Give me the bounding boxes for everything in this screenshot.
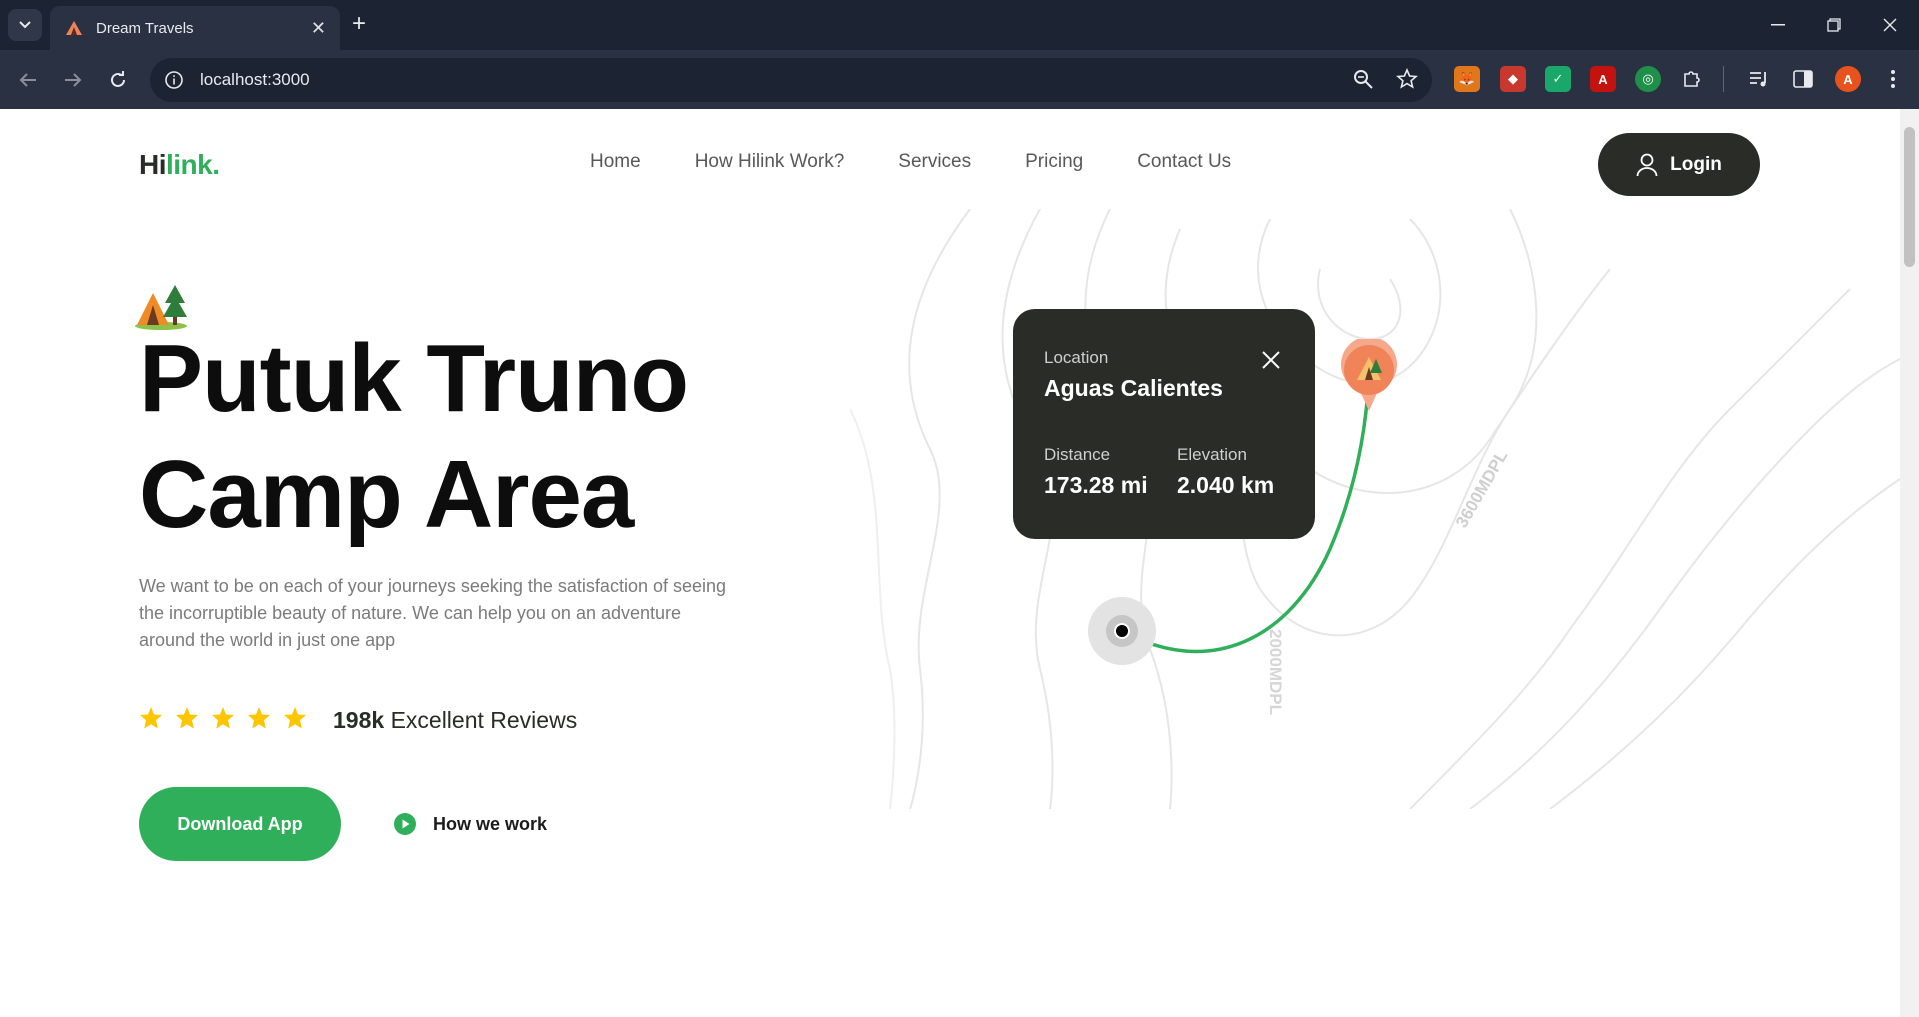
star-icon	[140, 707, 162, 729]
review-label: Excellent Reviews	[390, 707, 578, 733]
how-we-work-button[interactable]: How we work	[393, 812, 547, 836]
rating-stars	[139, 706, 307, 730]
login-button[interactable]: Login	[1598, 133, 1760, 196]
metamask-extension-icon[interactable]: 🦊	[1454, 66, 1480, 92]
extensions-puzzle-icon[interactable]	[1679, 66, 1705, 92]
nav-services[interactable]: Services	[898, 151, 971, 173]
tab-title: Dream Travels	[96, 19, 194, 37]
contour-label-2000: 2000MDPL	[1266, 629, 1285, 715]
forward-button[interactable]	[60, 67, 86, 93]
minimize-icon	[1771, 24, 1785, 26]
star-icon	[284, 707, 306, 729]
distance-value: 173.28 mi	[1044, 472, 1148, 498]
site-logo[interactable]: Hilink.	[139, 149, 220, 181]
reload-icon	[111, 71, 125, 87]
hero-description: We want to be on each of your journeys s…	[139, 576, 727, 650]
browser-menu-icon[interactable]	[1880, 66, 1906, 92]
pdf-extension-icon[interactable]: A	[1590, 66, 1616, 92]
browser-toolbar: localhost:3000 🦊 ◆ ✓ A ◎ A	[0, 50, 1919, 109]
shield-extension-icon[interactable]: ✓	[1545, 66, 1571, 92]
chevron-down-icon	[19, 21, 31, 29]
arrow-left-icon	[19, 73, 36, 87]
bookmark-star-icon[interactable]	[1396, 68, 1418, 90]
arrow-right-icon	[65, 73, 82, 87]
nav-pricing[interactable]: Pricing	[1025, 151, 1083, 173]
tent-favicon-icon	[66, 21, 82, 35]
play-icon	[394, 813, 416, 835]
star-icon	[248, 707, 270, 729]
side-panel-icon[interactable]	[1790, 66, 1816, 92]
elevation-label: Elevation	[1177, 445, 1247, 464]
download-app-button[interactable]: Download App	[139, 787, 341, 861]
media-control-icon[interactable]	[1746, 66, 1772, 92]
main-nav: Home How Hilink Work? Services Pricing C…	[590, 151, 1231, 173]
profile-avatar[interactable]: A	[1835, 66, 1861, 92]
site-info-icon[interactable]	[164, 70, 184, 90]
distance-label: Distance	[1044, 445, 1111, 464]
star-icon	[212, 707, 234, 729]
location-name: Aguas Calientes	[1044, 375, 1223, 401]
location-label: Location	[1044, 348, 1109, 367]
close-window-button[interactable]	[1862, 0, 1918, 50]
zoom-icon[interactable]	[1352, 68, 1374, 90]
review-count: 198k	[333, 707, 385, 733]
tab-search-button[interactable]	[8, 9, 42, 41]
nav-how-hilink-work[interactable]: How Hilink Work?	[695, 151, 845, 173]
back-button[interactable]	[15, 67, 41, 93]
review-summary: 198k Excellent Reviews	[333, 707, 577, 734]
toolbar-separator	[1723, 66, 1724, 92]
nav-home[interactable]: Home	[590, 151, 641, 173]
url-text[interactable]: localhost:3000	[200, 70, 310, 90]
new-tab-button[interactable]: +	[352, 12, 366, 36]
browser-tab[interactable]: Dream Travels ✕	[50, 6, 340, 50]
start-point-dot[interactable]	[1114, 623, 1130, 639]
browser-tab-bar: Dream Travels ✕ +	[0, 0, 1919, 50]
nav-contact-us[interactable]: Contact Us	[1137, 151, 1231, 173]
scrollbar-thumb[interactable]	[1904, 127, 1915, 267]
restore-button[interactable]	[1806, 0, 1862, 50]
location-card: Location Aguas Calientes Distance 173.28…	[1013, 309, 1315, 539]
tab-close-icon[interactable]: ✕	[311, 18, 326, 39]
web-page: 2000MDPL 3600MDPL Hilink. Home How Hilin…	[0, 109, 1900, 1017]
restore-icon	[1827, 18, 1841, 32]
target-extension-icon[interactable]: ◎	[1635, 66, 1661, 92]
page-scrollbar[interactable]	[1900, 109, 1919, 1017]
reload-button[interactable]	[105, 67, 131, 93]
star-icon	[176, 707, 198, 729]
login-label: Login	[1670, 153, 1722, 175]
close-icon	[1883, 18, 1897, 32]
how-we-work-label: How we work	[433, 813, 548, 834]
topographic-map: 2000MDPL 3600MDPL	[850, 209, 1900, 809]
destination-pin-icon[interactable]	[1338, 339, 1400, 413]
user-icon	[1636, 153, 1658, 176]
close-icon[interactable]	[1260, 349, 1282, 371]
red-extension-icon[interactable]: ◆	[1500, 66, 1526, 92]
hero-title: Putuk Truno Camp Area	[139, 325, 689, 548]
elevation-value: 2.040 km	[1177, 472, 1275, 498]
address-bar[interactable]: localhost:3000	[150, 58, 1432, 102]
minimize-button[interactable]	[1750, 0, 1806, 50]
